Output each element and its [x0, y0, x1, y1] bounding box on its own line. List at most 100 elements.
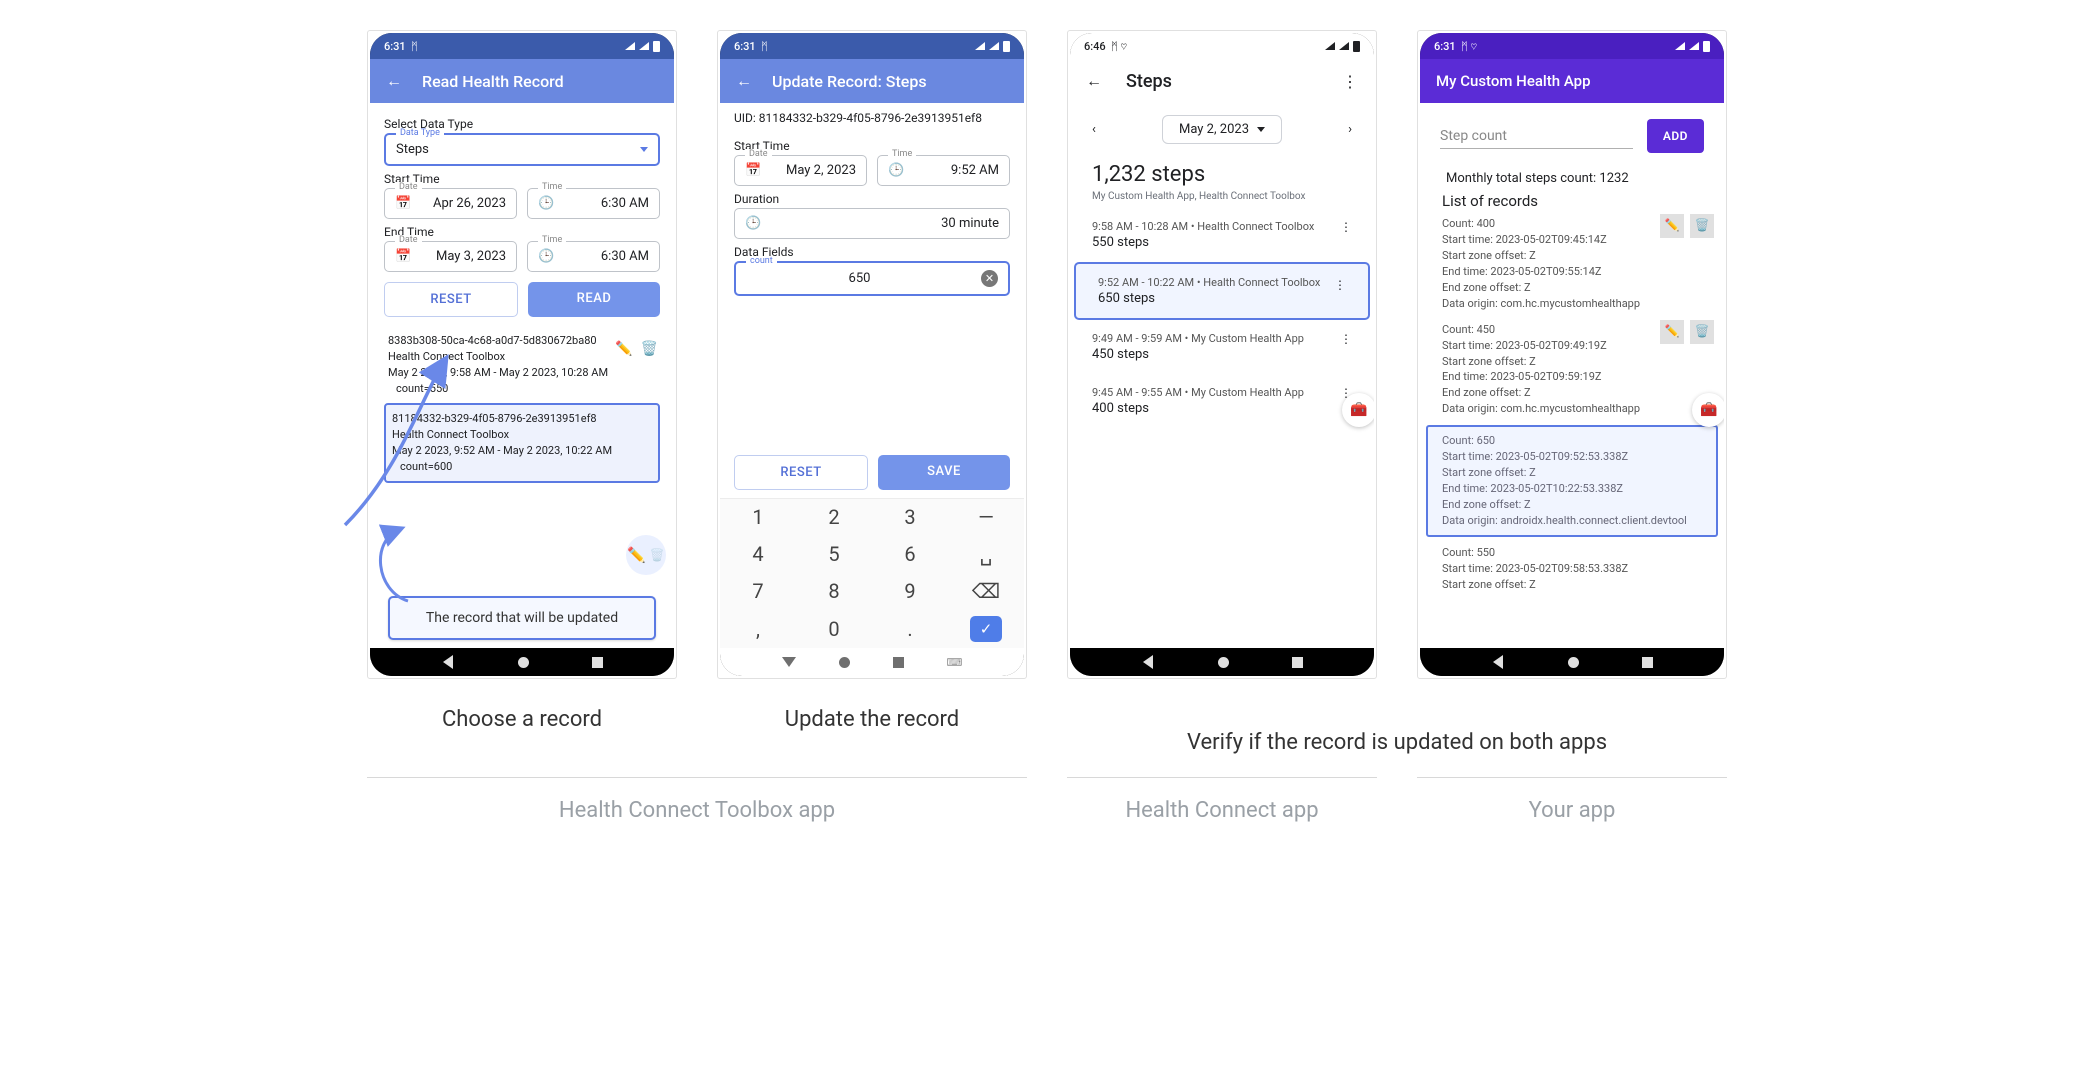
rec-field: Start zone offset: Z — [1442, 465, 1702, 481]
nav-back-icon[interactable] — [443, 655, 453, 669]
nav-home-icon[interactable] — [1218, 657, 1229, 668]
rec-field: Start zone offset: Z — [1442, 577, 1702, 593]
start-time-field[interactable]: Time 🕒 6:30 AM — [527, 188, 660, 219]
reset-button[interactable]: RESET — [384, 282, 518, 317]
record-source: Health Connect Toolbox — [392, 427, 652, 443]
time-legend: Time — [538, 235, 566, 245]
record-block: ✏️🗑️ Count: 400 Start time: 2023-05-02T0… — [1420, 214, 1724, 320]
key-0[interactable]: 0 — [796, 609, 872, 648]
chevron-down-icon — [1257, 127, 1265, 132]
add-button[interactable]: ADD — [1647, 119, 1704, 153]
date-picker[interactable]: May 2, 2023 — [1162, 115, 1282, 144]
key-7[interactable]: 7 — [720, 573, 796, 610]
signal-icon — [1675, 42, 1685, 50]
nav-back-icon[interactable] — [1143, 655, 1153, 669]
step-count-input[interactable]: Step count — [1440, 124, 1633, 149]
read-button[interactable]: READ — [528, 282, 660, 317]
key-9[interactable]: 9 — [872, 573, 948, 610]
key-dash[interactable]: — — [948, 499, 1024, 536]
more-icon[interactable]: ⋮ — [1334, 276, 1346, 306]
back-icon[interactable]: ← — [386, 71, 402, 91]
toolbox-fab[interactable]: 🧰 — [1692, 393, 1724, 427]
count-field[interactable]: count 650 ✕ — [734, 261, 1010, 296]
nav-recent-icon[interactable] — [1642, 657, 1653, 668]
key-4[interactable]: 4 — [720, 536, 796, 573]
start-date-field[interactable]: Date 📅 May 2, 2023 — [734, 155, 867, 186]
record-block: Count: 550 Start time: 2023-05-02T09:58:… — [1420, 543, 1724, 593]
end-date-field[interactable]: Date 📅 May 3, 2023 — [384, 241, 517, 272]
delete-icon[interactable]: 🗑️ — [1690, 320, 1714, 344]
start-time-label: Start Time — [384, 172, 660, 186]
calendar-icon: 📅 — [395, 196, 411, 211]
signal-icon — [1325, 42, 1335, 50]
back-icon[interactable]: ← — [1086, 71, 1102, 91]
key-3[interactable]: 3 — [872, 499, 948, 536]
heart-icon: ♡ — [1470, 40, 1477, 53]
key-space[interactable]: ␣ — [948, 536, 1024, 573]
record-count: 650 steps — [1098, 291, 1326, 306]
more-icon[interactable]: ⋮ — [1340, 220, 1352, 250]
app-bar: ← Update Record: Steps — [720, 59, 1024, 103]
start-date-field[interactable]: Date 📅 Apr 26, 2023 — [384, 188, 517, 219]
device-3: 6:46 ᛗ ♡ ← Steps ⋮ ‹ May 2, 2023 — [1070, 33, 1374, 676]
nav-home-icon[interactable] — [518, 657, 529, 668]
end-time-field[interactable]: Time 🕒 6:30 AM — [527, 241, 660, 272]
key-6[interactable]: 6 — [872, 536, 948, 573]
gmail-icon: ᛗ — [1111, 40, 1118, 53]
record-time: 9:45 AM - 9:55 AM • My Custom Health App — [1092, 386, 1332, 399]
key-comma[interactable]: , — [720, 609, 796, 648]
phone-column-2: 6:31 ᛗ ← Update Record: Steps UID: 81184… — [717, 30, 1027, 732]
caption-3: Verify if the record is updated on both … — [1067, 730, 1727, 755]
key-5[interactable]: 5 — [796, 536, 872, 573]
key-1[interactable]: 1 — [720, 499, 796, 536]
rec-field: End zone offset: Z — [1442, 497, 1702, 513]
nav-bar — [1420, 648, 1724, 676]
battery-icon — [1003, 41, 1010, 52]
prev-day-icon[interactable]: ‹ — [1092, 122, 1096, 137]
more-icon[interactable]: ⋮ — [1340, 332, 1352, 362]
date-value: May 2, 2023 — [786, 163, 856, 178]
heart-icon: ♡ — [1120, 40, 1127, 53]
nav-home-icon[interactable] — [1568, 657, 1579, 668]
start-time-label: Start Time — [734, 139, 1010, 153]
back-icon[interactable]: ← — [736, 71, 752, 91]
edit-highlight-circle[interactable]: ✏️ 🗑️ — [626, 535, 666, 575]
clear-icon[interactable]: ✕ — [981, 270, 998, 287]
key-8[interactable]: 8 — [796, 573, 872, 610]
more-icon[interactable]: ⋮ — [1342, 72, 1358, 91]
delete-icon[interactable]: 🗑️ — [1690, 214, 1714, 238]
nav-home-icon[interactable] — [839, 657, 850, 668]
key-2[interactable]: 2 — [796, 499, 872, 536]
keyboard-icon[interactable]: ⌨ — [947, 656, 963, 669]
edit-icon[interactable]: ✏️ — [1660, 320, 1684, 344]
record-block-highlighted: Count: 650 Start time: 2023-05-02T09:52:… — [1426, 425, 1718, 537]
nav-recent-icon[interactable] — [893, 657, 904, 668]
rec-field: Data origin: com.hc.mycustomhealthapp — [1442, 296, 1702, 312]
device-4: 6:31 ᛗ ♡ My Custom Health App Step count… — [1420, 33, 1724, 676]
next-day-icon[interactable]: › — [1348, 122, 1352, 137]
data-type-dropdown[interactable]: Data Type Steps — [384, 133, 660, 166]
duration-field[interactable]: 🕒 30 minute — [734, 208, 1010, 239]
key-dot[interactable]: . — [872, 609, 948, 648]
device-1: 6:31 ᛗ ← Read Health Record Select Data … — [370, 33, 674, 676]
date-legend: Date — [745, 149, 772, 159]
key-backspace[interactable]: ⌫ — [948, 573, 1024, 610]
delete-icon[interactable]: 🗑️ — [641, 339, 658, 359]
battery-icon — [653, 41, 660, 52]
nav-back-icon[interactable] — [782, 657, 796, 667]
time-legend: Time — [888, 149, 916, 159]
key-done[interactable]: ✓ — [948, 609, 1024, 648]
toolbox-fab[interactable]: 🧰 — [1342, 393, 1374, 427]
phone-frame-2: 6:31 ᛗ ← Update Record: Steps UID: 81184… — [717, 30, 1027, 679]
edit-icon[interactable]: ✏️ — [1660, 214, 1684, 238]
nav-recent-icon[interactable] — [1292, 657, 1303, 668]
edit-icon[interactable]: ✏️ — [615, 339, 632, 359]
rec-field: Start time: 2023-05-02T09:52:53.338Z — [1442, 449, 1702, 465]
rec-field: End zone offset: Z — [1442, 280, 1702, 296]
save-button[interactable]: SAVE — [878, 455, 1010, 490]
reset-button[interactable]: RESET — [734, 455, 868, 490]
rec-field: Start time: 2023-05-02T09:58:53.338Z — [1442, 561, 1702, 577]
start-time-field[interactable]: Time 🕒 9:52 AM — [877, 155, 1010, 186]
nav-recent-icon[interactable] — [592, 657, 603, 668]
nav-back-icon[interactable] — [1493, 655, 1503, 669]
